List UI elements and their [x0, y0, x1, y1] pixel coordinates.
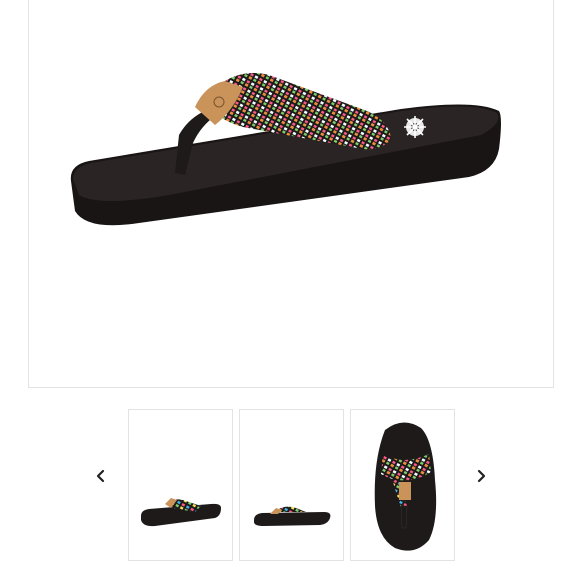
footbed-logo [404, 116, 426, 138]
sandal-side-profile-thumbnail [254, 506, 331, 526]
thumbnail-1[interactable] [128, 409, 233, 561]
thumbnail-2[interactable] [239, 409, 344, 561]
next-image-button[interactable] [470, 464, 492, 488]
chevron-left-icon [96, 469, 105, 483]
thumbnail-3[interactable] [350, 409, 455, 561]
main-product-image[interactable] [28, 0, 554, 388]
sandal-top-down-thumbnail [374, 422, 437, 551]
chevron-right-icon [477, 469, 486, 483]
sandal-side-angle-thumbnail [141, 498, 221, 527]
flip-flop-sandal-image [70, 73, 501, 226]
previous-image-button[interactable] [90, 464, 112, 488]
